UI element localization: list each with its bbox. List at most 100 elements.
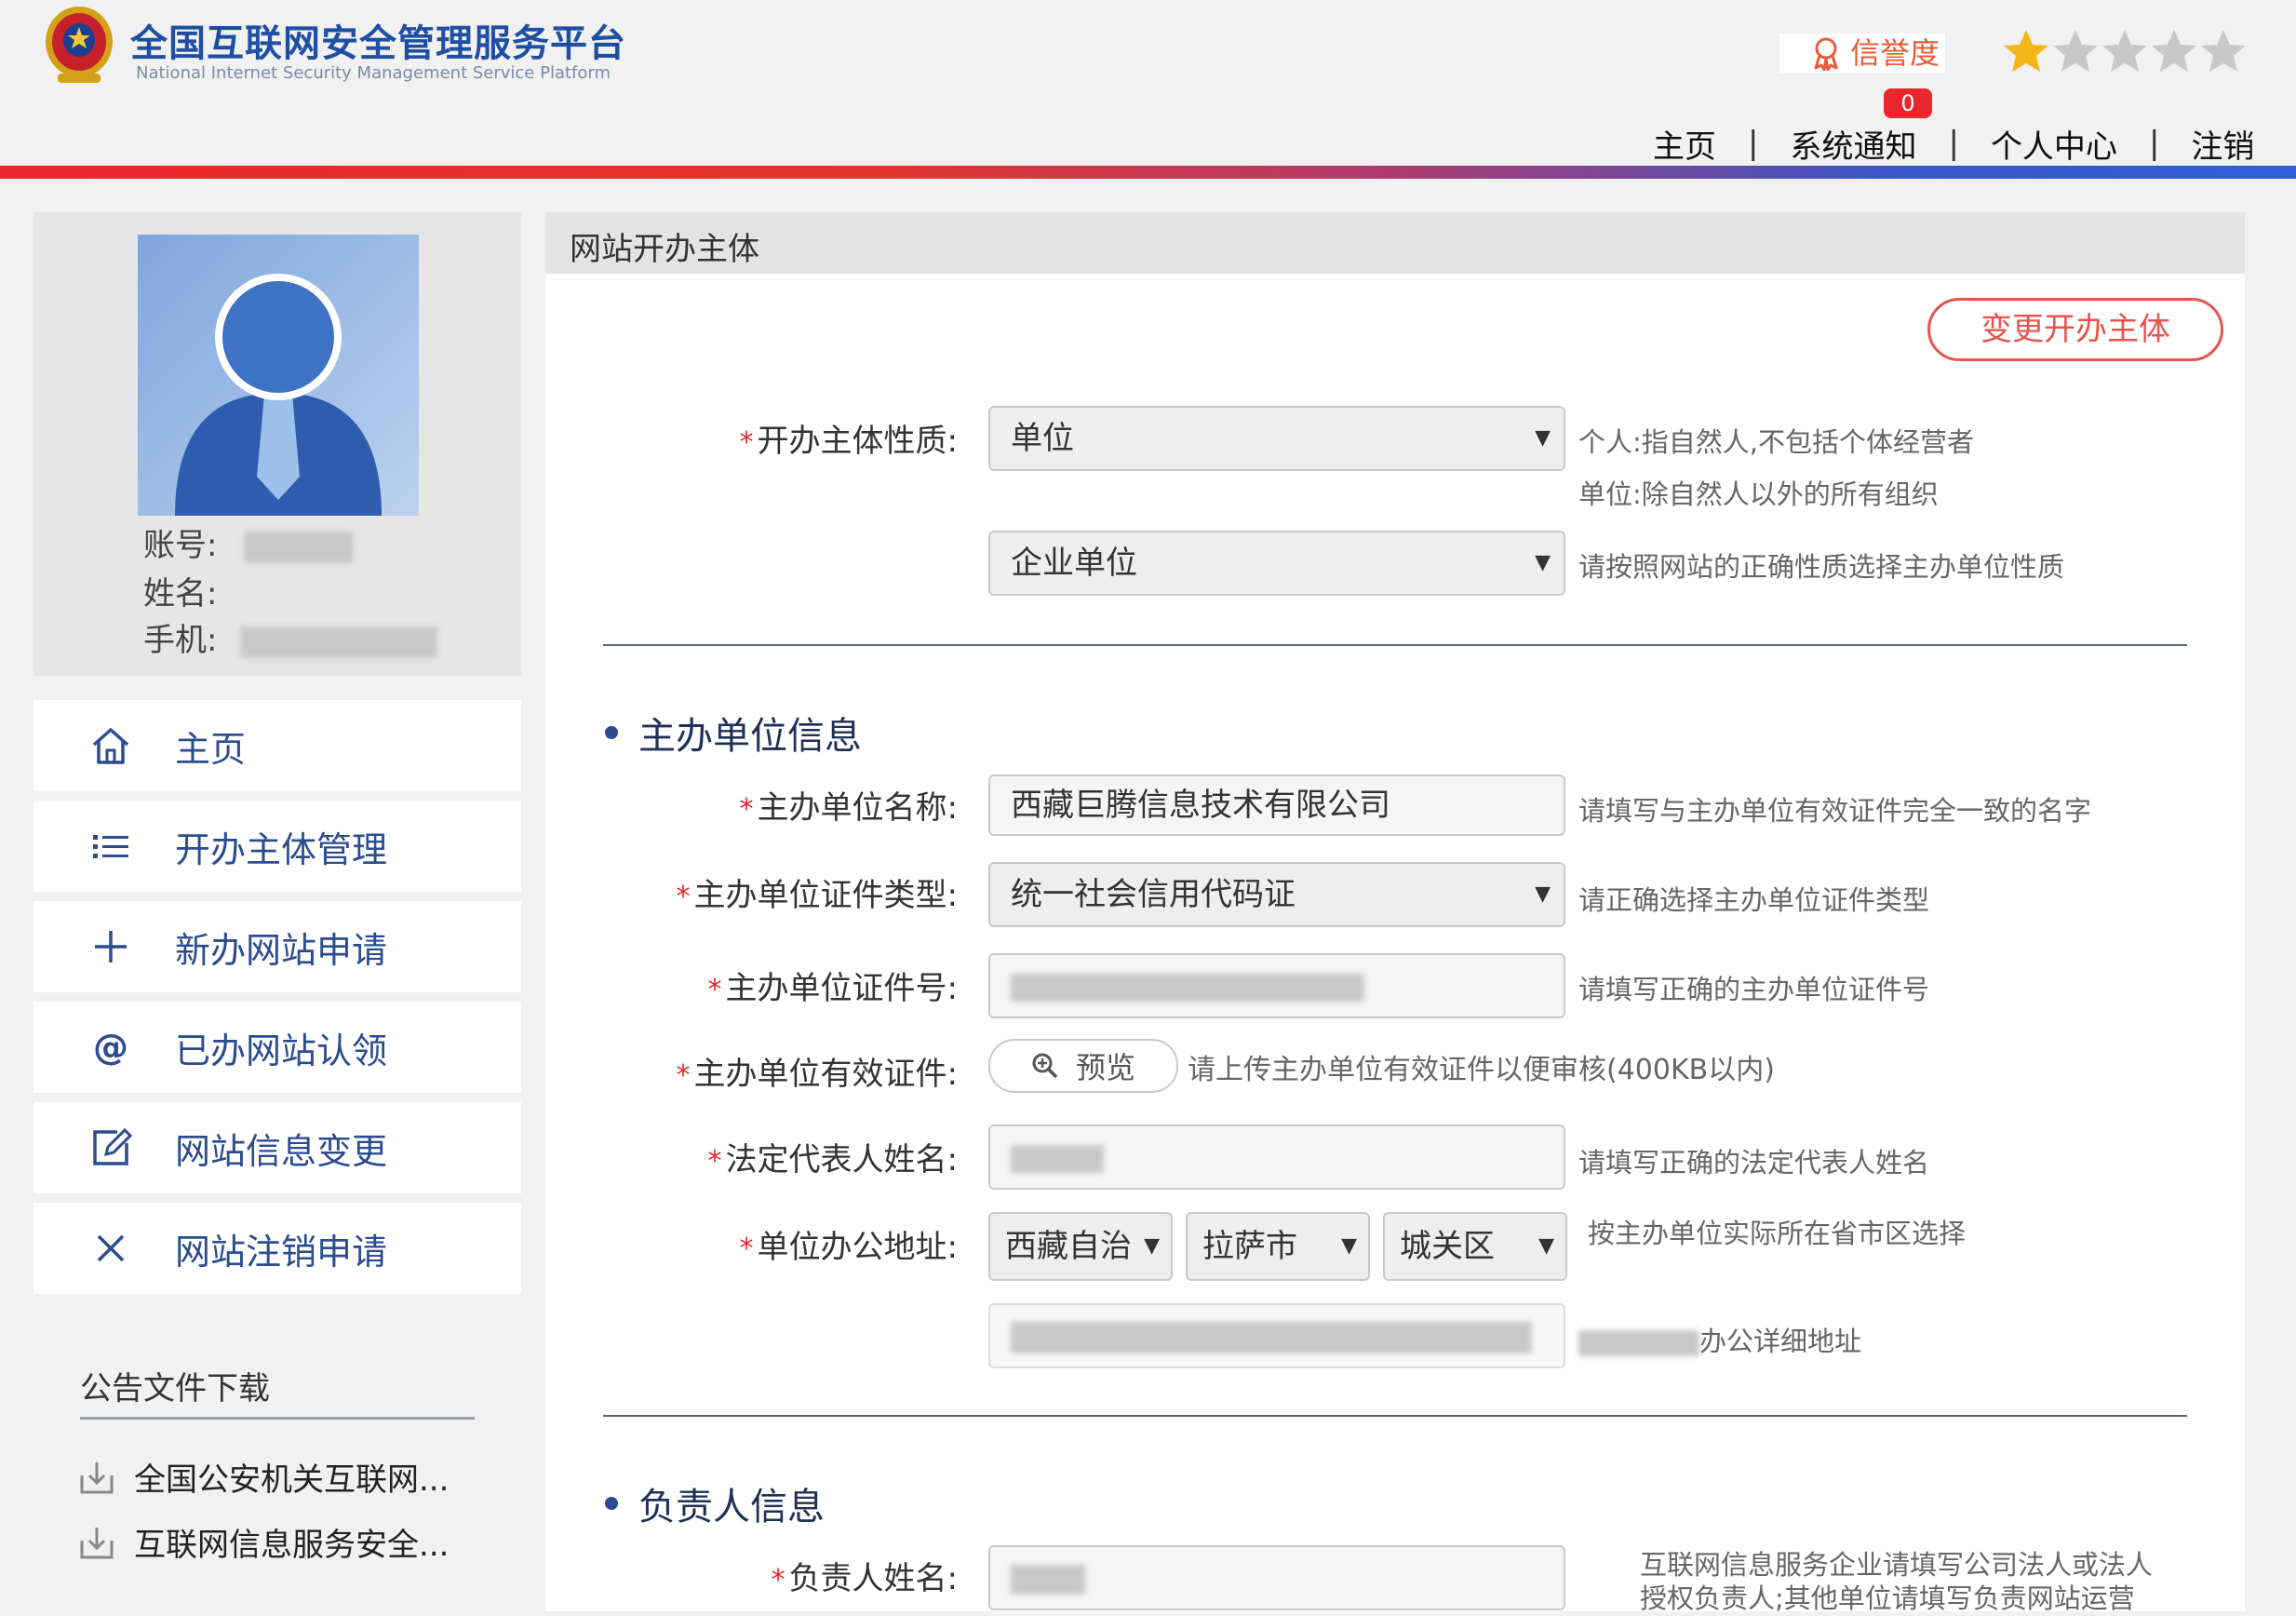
required-mark: * <box>676 1059 691 1092</box>
phone-label: 手机: <box>143 622 218 659</box>
unit-type-hint: 请按照网站的正确性质选择主办单位性质 <box>1578 551 2065 583</box>
top-navigation: 主页 | 系统通知 | 个人中心 | 注销 <box>1653 121 2254 167</box>
bullet-icon <box>605 1497 618 1510</box>
entity-nature-value: 单位 <box>1011 420 1074 457</box>
address-detail-hint-redacted <box>1578 1330 1699 1356</box>
entity-nature-label: * 开办主体性质: <box>740 415 958 461</box>
phone-row: 手机: <box>143 614 438 660</box>
change-entity-button[interactable]: 变更开办主体 <box>1927 298 2223 361</box>
cert-type-select[interactable]: 统一社会信用代码证 ▼ <box>988 862 1565 927</box>
district-select[interactable]: 城关区 ▼ <box>1383 1212 1567 1281</box>
sidebar-item-site-cancellation[interactable]: 网站注销申请 <box>34 1203 521 1294</box>
entity-nature-hint-2: 单位:除自然人以外的所有组织 <box>1578 478 1939 510</box>
city-value: 拉萨市 <box>1202 1228 1297 1265</box>
host-name-hint: 请填写与主办单位有效证件完全一致的名字 <box>1578 795 2092 827</box>
owner-name-hint-2: 授权负责人;其他单位请填写负责网站运营 <box>1640 1582 2135 1614</box>
cert-type-label-text: 主办单位证件类型: <box>693 877 958 914</box>
star-icon <box>2152 30 2196 72</box>
sidebar-item-label: 开办主体管理 <box>175 828 388 870</box>
cert-type-value: 统一社会信用代码证 <box>1011 876 1296 913</box>
download-link-label: 全国公安机关互联网... <box>134 1461 450 1499</box>
host-name-label-text: 主办单位名称: <box>757 789 958 827</box>
cert-type-hint: 请正确选择主办单位证件类型 <box>1578 884 1930 916</box>
province-select[interactable]: 西藏自治 ▼ <box>988 1212 1173 1281</box>
cert-no-hint: 请填写正确的主办单位证件号 <box>1578 974 1930 1005</box>
nav-separator: | <box>1948 125 1959 162</box>
cert-file-label: * 主办单位有效证件: <box>677 1048 958 1094</box>
nav-notifications-link[interactable]: 系统通知 <box>1790 121 1916 167</box>
header-divider-bar <box>0 166 2296 179</box>
address-detail-input[interactable] <box>988 1303 1565 1368</box>
legal-rep-hint: 请填写正确的法定代表人姓名 <box>1578 1147 1930 1178</box>
city-select[interactable]: 拉萨市 ▼ <box>1186 1212 1370 1281</box>
dropdown-arrow-icon: ▼ <box>1535 551 1551 574</box>
dropdown-arrow-icon: ▼ <box>1535 426 1551 450</box>
downloads-divider <box>80 1417 475 1420</box>
nav-home-link[interactable]: 主页 <box>1653 121 1716 167</box>
at-icon: @ <box>93 1027 128 1068</box>
section-owner: 负责人信息 <box>605 1476 825 1530</box>
required-mark: * <box>739 426 754 459</box>
avatar <box>138 235 419 516</box>
star-icon <box>2004 30 2048 72</box>
dropdown-arrow-icon: ▼ <box>1138 1214 1160 1279</box>
address-detail-value-redacted <box>1011 1321 1532 1353</box>
unit-type-value: 企业单位 <box>1011 545 1137 582</box>
panel-body <box>545 274 2245 1611</box>
list-icon <box>87 823 134 869</box>
bullet-icon <box>605 726 618 739</box>
sidebar-item-site-info-change[interactable]: 网站信息变更 <box>34 1102 521 1193</box>
legal-rep-input[interactable] <box>988 1124 1565 1190</box>
host-name-input[interactable]: 西藏巨腾信息技术有限公司 <box>988 774 1565 836</box>
legal-rep-value-redacted <box>1011 1144 1104 1173</box>
cert-no-label: * 主办单位证件号: <box>708 963 958 1008</box>
required-mark: * <box>739 1232 754 1265</box>
address-detail-hint-text: 办公详细地址 <box>1699 1326 1862 1357</box>
cert-file-hint: 请上传主办单位有效证件以便审核(400KB以内) <box>1188 1054 1775 1086</box>
sidebar-item-label: 网站信息变更 <box>175 1130 388 1172</box>
section-host-unit-title: 主办单位信息 <box>638 715 862 758</box>
site-title: 全国互联网安全管理服务平台 <box>130 22 626 65</box>
preview-button-label: 预览 <box>1075 1050 1135 1085</box>
dropdown-arrow-icon: ▼ <box>1336 1214 1357 1279</box>
download-link-1[interactable]: 全国公安机关互联网... <box>76 1454 449 1500</box>
site-subtitle: National Internet Security Management Se… <box>136 63 611 83</box>
download-icon <box>80 1527 114 1558</box>
close-icon <box>87 1225 134 1272</box>
sidebar-item-new-site-application[interactable]: 新办网站申请 <box>34 901 521 992</box>
cert-no-value-redacted <box>1011 973 1364 1002</box>
nav-personal-center-link[interactable]: 个人中心 <box>1991 121 2117 167</box>
credit-label: 信誉度 <box>1850 35 1940 71</box>
panel-title: 网站开办主体 <box>570 231 759 268</box>
download-icon <box>80 1461 114 1493</box>
sidebar-menu: 主页 开办主体管理 新办网站申请 @ 已办网站认领 网站信息变更 网站注销申请 <box>34 700 521 1303</box>
sidebar-item-label: 主页 <box>175 728 247 770</box>
download-link-2[interactable]: 互联网信息服务安全... <box>76 1519 449 1565</box>
address-label: * 单位办公地址: <box>740 1221 958 1267</box>
sidebar-item-label: 网站注销申请 <box>175 1231 388 1273</box>
cert-file-label-text: 主办单位有效证件: <box>693 1056 958 1093</box>
section-host-unit: 主办单位信息 <box>605 706 862 760</box>
owner-name-value-redacted <box>1011 1564 1085 1595</box>
downloads-title: 公告文件下载 <box>80 1370 270 1407</box>
preview-button[interactable]: 预览 <box>988 1039 1178 1093</box>
name-label: 姓名: <box>143 575 218 613</box>
district-value: 城关区 <box>1400 1228 1495 1265</box>
owner-name-label: * 负责人姓名: <box>772 1553 958 1598</box>
nav-logout-link[interactable]: 注销 <box>2191 121 2254 167</box>
required-mark: * <box>676 881 691 913</box>
cert-no-label-text: 主办单位证件号: <box>725 970 958 1007</box>
required-mark: * <box>771 1564 785 1596</box>
unit-type-select[interactable]: 企业单位 ▼ <box>988 531 1565 596</box>
required-mark: * <box>707 974 722 1006</box>
account-value-redacted <box>244 531 355 563</box>
sidebar-item-home[interactable]: 主页 <box>34 700 521 791</box>
sidebar-item-label: 新办网站申请 <box>175 929 388 971</box>
owner-name-input[interactable] <box>988 1545 1565 1610</box>
address-detail-hint: 办公详细地址 <box>1578 1320 1861 1359</box>
entity-nature-select[interactable]: 单位 ▼ <box>988 406 1565 471</box>
account-row: 账号: <box>143 519 355 565</box>
cert-no-input[interactable] <box>988 953 1565 1018</box>
sidebar-item-claim-existing-site[interactable]: @ 已办网站认领 <box>34 1002 521 1093</box>
sidebar-item-entity-management[interactable]: 开办主体管理 <box>34 801 521 892</box>
